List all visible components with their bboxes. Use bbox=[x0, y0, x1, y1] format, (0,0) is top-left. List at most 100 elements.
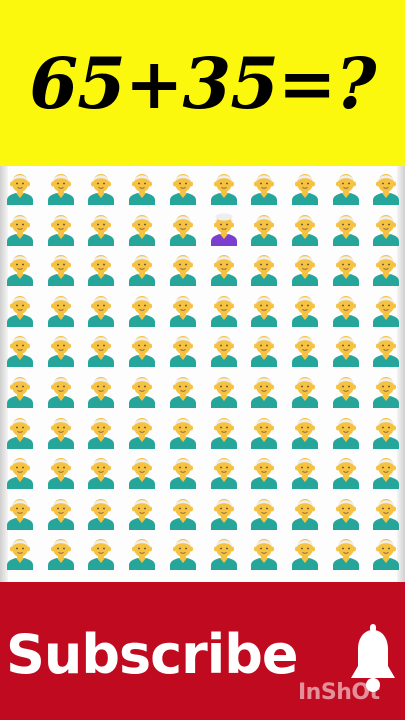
emoji-cell[interactable] bbox=[46, 415, 76, 449]
emoji-cell[interactable] bbox=[209, 252, 239, 287]
emoji-cell[interactable] bbox=[86, 171, 116, 205]
emoji-cell[interactable] bbox=[46, 455, 76, 490]
emoji-cell[interactable] bbox=[127, 171, 157, 205]
emoji-cell[interactable] bbox=[249, 536, 279, 571]
emoji-cell[interactable] bbox=[46, 333, 76, 368]
emoji-cell[interactable] bbox=[249, 252, 279, 287]
emoji-cell[interactable] bbox=[371, 455, 401, 490]
emoji-cell[interactable] bbox=[371, 496, 401, 530]
emoji-cell[interactable] bbox=[46, 252, 76, 287]
emoji-cell[interactable] bbox=[46, 212, 76, 246]
emoji-cell[interactable] bbox=[168, 415, 198, 449]
emoji-cell[interactable] bbox=[290, 333, 320, 368]
emoji-cell[interactable] bbox=[86, 252, 116, 287]
emoji-cell[interactable] bbox=[5, 374, 35, 408]
emoji-cell[interactable] bbox=[5, 171, 35, 205]
emoji-cell[interactable] bbox=[127, 212, 157, 246]
emoji-cell[interactable] bbox=[371, 415, 401, 449]
emoji-cell[interactable] bbox=[168, 171, 198, 205]
emoji-cell[interactable] bbox=[5, 455, 35, 490]
emoji-cell[interactable] bbox=[290, 415, 320, 449]
emoji-cell[interactable] bbox=[249, 496, 279, 530]
emoji-cell[interactable] bbox=[127, 536, 157, 571]
odd-emoji-cell[interactable] bbox=[209, 212, 239, 246]
emoji-cell[interactable] bbox=[209, 333, 239, 368]
emoji-cell[interactable] bbox=[371, 212, 401, 246]
emoji-cell[interactable] bbox=[331, 415, 361, 449]
emoji-cell[interactable] bbox=[209, 455, 239, 490]
emoji-cell[interactable] bbox=[127, 374, 157, 408]
emoji-cell[interactable] bbox=[249, 374, 279, 408]
emoji-cell[interactable] bbox=[46, 293, 76, 327]
emoji-cell[interactable] bbox=[168, 293, 198, 327]
emoji-cell[interactable] bbox=[5, 333, 35, 368]
emoji-cell[interactable] bbox=[249, 293, 279, 327]
emoji-cell[interactable] bbox=[127, 252, 157, 287]
emoji-cell[interactable] bbox=[168, 212, 198, 246]
emoji-cell[interactable] bbox=[331, 252, 361, 287]
emoji-cell[interactable] bbox=[331, 171, 361, 205]
emoji-cell[interactable] bbox=[5, 212, 35, 246]
subscribe-label[interactable]: Subscribe bbox=[6, 628, 299, 682]
emoji-cell[interactable] bbox=[127, 333, 157, 368]
emoji-cell[interactable] bbox=[331, 536, 361, 571]
emoji-cell[interactable] bbox=[371, 171, 401, 205]
emoji-cell[interactable] bbox=[86, 333, 116, 368]
emoji-cell[interactable] bbox=[86, 374, 116, 408]
emoji-cell[interactable] bbox=[86, 293, 116, 327]
emoji-cell[interactable] bbox=[86, 455, 116, 490]
emoji-cell[interactable] bbox=[209, 374, 239, 408]
emoji-cell[interactable] bbox=[5, 536, 35, 571]
emoji-cell[interactable] bbox=[331, 333, 361, 368]
emoji-cell[interactable] bbox=[5, 293, 35, 327]
emoji-cell[interactable] bbox=[127, 455, 157, 490]
emoji-cell[interactable] bbox=[168, 252, 198, 287]
emoji-cell[interactable] bbox=[127, 293, 157, 327]
emoji-cell[interactable] bbox=[331, 212, 361, 246]
emoji-cell[interactable] bbox=[290, 252, 320, 287]
emoji-cell[interactable] bbox=[127, 496, 157, 530]
emoji-cell[interactable] bbox=[331, 374, 361, 408]
emoji-cell[interactable] bbox=[46, 171, 76, 205]
emoji-cell[interactable] bbox=[46, 536, 76, 571]
emoji-cell[interactable] bbox=[168, 374, 198, 408]
emoji-cell[interactable] bbox=[5, 496, 35, 530]
emoji-cell[interactable] bbox=[86, 496, 116, 530]
emoji-cell[interactable] bbox=[331, 496, 361, 530]
emoji-cell[interactable] bbox=[209, 415, 239, 449]
emoji-cell[interactable] bbox=[209, 496, 239, 530]
emoji-cell[interactable] bbox=[209, 293, 239, 327]
emoji-cell[interactable] bbox=[371, 293, 401, 327]
emoji-cell[interactable] bbox=[371, 374, 401, 408]
emoji-cell[interactable] bbox=[86, 415, 116, 449]
emoji-cell[interactable] bbox=[5, 252, 35, 287]
emoji-cell[interactable] bbox=[5, 415, 35, 449]
emoji-cell[interactable] bbox=[249, 455, 279, 490]
emoji-cell[interactable] bbox=[290, 171, 320, 205]
emoji-cell[interactable] bbox=[46, 496, 76, 530]
emoji-cell[interactable] bbox=[331, 293, 361, 327]
emoji-cell[interactable] bbox=[249, 171, 279, 205]
emoji-cell[interactable] bbox=[249, 212, 279, 246]
emoji-cell[interactable] bbox=[249, 333, 279, 368]
emoji-cell[interactable] bbox=[290, 374, 320, 408]
emoji-cell[interactable] bbox=[168, 333, 198, 368]
emoji-cell[interactable] bbox=[290, 496, 320, 530]
emoji-cell[interactable] bbox=[371, 252, 401, 287]
emoji-cell[interactable] bbox=[86, 536, 116, 571]
emoji-cell[interactable] bbox=[290, 455, 320, 490]
emoji-cell[interactable] bbox=[290, 536, 320, 571]
emoji-cell[interactable] bbox=[46, 374, 76, 408]
emoji-cell[interactable] bbox=[209, 536, 239, 571]
emoji-cell[interactable] bbox=[86, 212, 116, 246]
emoji-cell[interactable] bbox=[168, 496, 198, 530]
emoji-cell[interactable] bbox=[249, 415, 279, 449]
emoji-cell[interactable] bbox=[168, 536, 198, 571]
emoji-cell[interactable] bbox=[290, 293, 320, 327]
emoji-cell[interactable] bbox=[331, 455, 361, 490]
emoji-cell[interactable] bbox=[209, 171, 239, 205]
emoji-cell[interactable] bbox=[290, 212, 320, 246]
emoji-cell[interactable] bbox=[168, 455, 198, 490]
emoji-cell[interactable] bbox=[371, 536, 401, 571]
emoji-cell[interactable] bbox=[371, 333, 401, 368]
